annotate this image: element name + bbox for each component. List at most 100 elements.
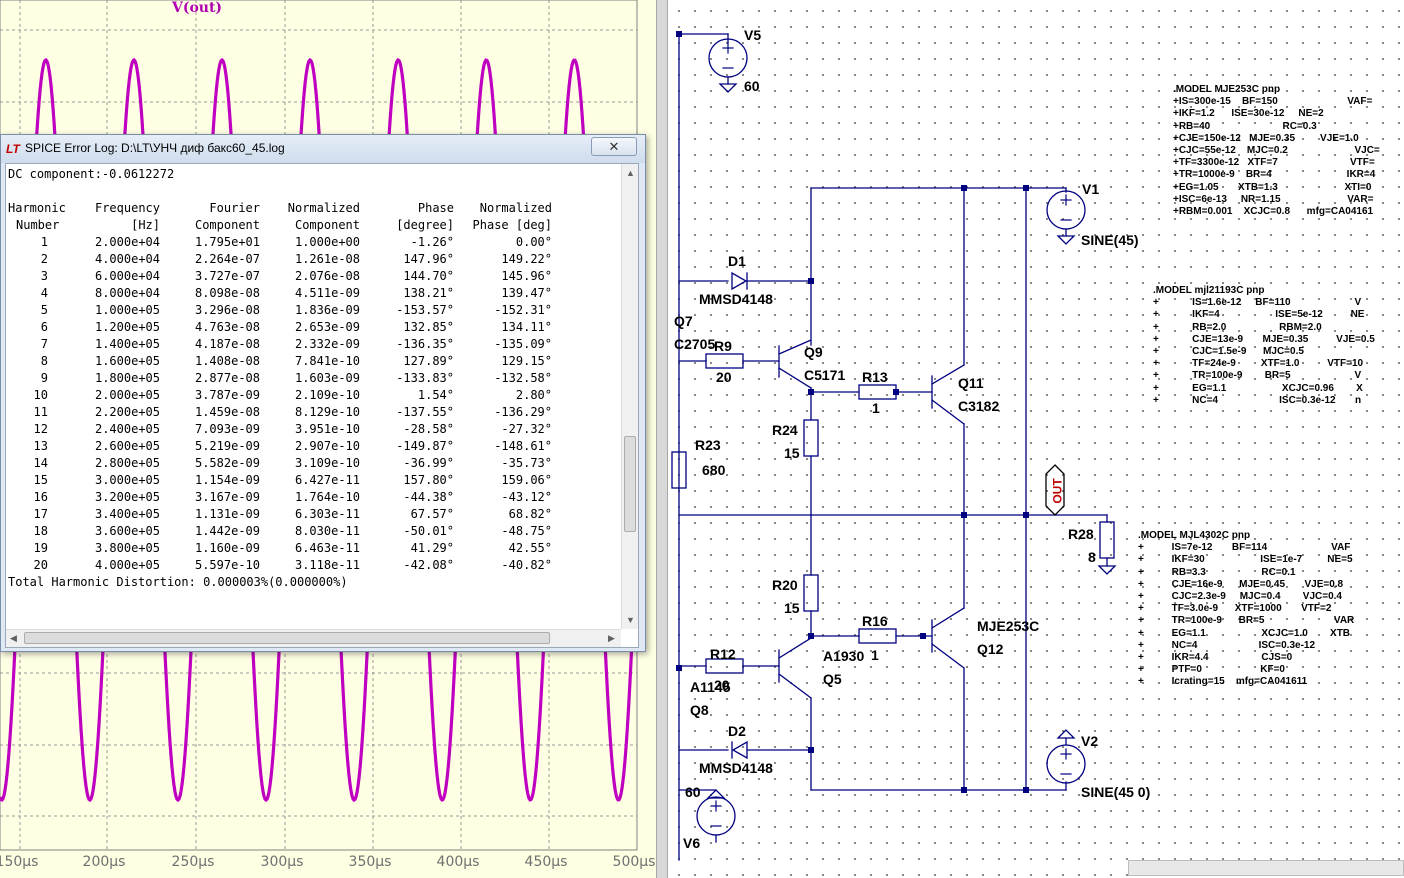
log-vertical-scroll-thumb[interactable] — [624, 436, 636, 532]
scroll-right-icon[interactable]: ▶ — [608, 633, 615, 644]
r16-label[interactable]: R16 — [862, 613, 888, 629]
table-cell: -135.09° — [494, 337, 552, 351]
log-text-area[interactable]: DC component:-0.0612272 Harmonic Frequenc… — [5, 163, 639, 648]
r9-value[interactable]: 20 — [716, 369, 732, 385]
table-cell: -35.73° — [501, 456, 552, 470]
v5-label[interactable]: V5 — [744, 27, 761, 43]
fourier-report[interactable]: DC component:-0.0612272 Harmonic Frequenc… — [8, 166, 622, 591]
q11-part[interactable]: C3182 — [958, 398, 999, 414]
v2-label[interactable]: V2 — [1081, 733, 1098, 749]
table-cell: 1.408e-08 — [194, 354, 260, 368]
pane-splitter[interactable] — [656, 0, 668, 878]
table-row: 20 4.000e+05 5.597e-10 3.118e-11 -42.08° -40.… — [8, 557, 622, 574]
q11-label[interactable]: Q11 — [958, 375, 984, 391]
r16-resistor-symbol[interactable] — [858, 628, 897, 644]
r20-resistor-symbol[interactable] — [803, 574, 819, 612]
table-cell: Component — [194, 218, 260, 232]
r16-value[interactable]: 1 — [871, 647, 879, 663]
r24-value[interactable]: 15 — [784, 445, 800, 461]
q5-collector — [778, 673, 812, 699]
v6-value[interactable]: 60 — [685, 784, 701, 800]
log-horizontal-scroll-thumb[interactable] — [24, 632, 550, 644]
q12-part[interactable]: MJE253C — [977, 618, 1039, 634]
table-cell: 2.000e+04 — [94, 235, 160, 249]
r28-resistor-symbol[interactable] — [1099, 521, 1115, 559]
table-cell: -133.83° — [396, 371, 454, 385]
r20-label[interactable]: R20 — [772, 577, 798, 593]
q8-label[interactable]: Q8 — [690, 702, 709, 718]
model-mjl4302c-text[interactable]: .MODEL MJL4302C pnp + IS=7e-12 BF=114 VA… — [1138, 530, 1354, 689]
table-cell: 13 — [33, 439, 48, 453]
table-row: 18 3.600e+05 1.442e-09 8.030e-11 -50.01° -48.… — [8, 523, 622, 540]
d1-diode-symbol[interactable] — [731, 271, 748, 291]
x-tick-label: 400µs — [436, 854, 480, 870]
r9-resistor-symbol[interactable] — [705, 353, 744, 369]
table-cell: 8.030e-11 — [294, 524, 360, 538]
table-cell: Number — [16, 218, 60, 232]
v1-label[interactable]: V1 — [1082, 181, 1099, 197]
v2-value[interactable]: SINE(45 0) — [1081, 784, 1150, 800]
schematic-horizontal-scrollbar[interactable] — [1128, 860, 1404, 876]
table-cell: Frequency — [94, 201, 160, 215]
table-cell: 0.00° — [515, 235, 552, 249]
q5-part[interactable]: A1930 — [823, 648, 864, 664]
scroll-up-icon[interactable]: ▲ — [626, 168, 635, 178]
r24-label[interactable]: R24 — [772, 422, 798, 438]
q8-part[interactable]: A1145 — [690, 679, 730, 695]
q12-label[interactable]: Q12 — [977, 641, 1003, 657]
scroll-down-icon[interactable]: ▼ — [626, 615, 635, 625]
scroll-left-icon[interactable]: ◀ — [10, 633, 17, 644]
q7-part[interactable]: C2705 — [674, 336, 715, 352]
table-cell: Harmonic — [8, 201, 66, 215]
log-vertical-scrollbar[interactable]: ▲ ▼ — [621, 164, 638, 629]
d2-part[interactable]: MMSD4148 — [699, 760, 773, 776]
model-mje253c-text[interactable]: .MODEL MJE253C pnp +IS=300e-15 BF=150 VA… — [1173, 84, 1380, 218]
r24-resistor-symbol[interactable] — [803, 419, 819, 457]
ltspice-app-icon: LT — [6, 142, 20, 156]
schematic-pane[interactable]: V5 60 V1 SINE(45) D1 MMSD4148 Q7 C2705 R… — [668, 0, 1404, 878]
r23-value[interactable]: 680 — [702, 462, 725, 478]
d2-diode-symbol[interactable] — [731, 740, 748, 760]
model-mjl21193c-text[interactable]: .MODEL mjl21193C pnp + IS=1.6e-12 BF=110… — [1153, 285, 1375, 407]
r9-label[interactable]: R9 — [714, 338, 732, 354]
table-cell: 16 — [33, 490, 48, 504]
r28-label[interactable]: R28 — [1068, 526, 1094, 542]
table-cell: 145.96° — [501, 269, 552, 283]
table-cell: 1.131e-09 — [194, 507, 260, 521]
r13-label[interactable]: R13 — [862, 369, 888, 385]
d1-part[interactable]: MMSD4148 — [699, 291, 773, 307]
spice-error-log-window[interactable]: LT SPICE Error Log: D:\LT\УНЧ диф бакс60… — [0, 134, 646, 652]
log-horizontal-scrollbar[interactable]: ◀ ▶ — [6, 629, 621, 647]
q5-label[interactable]: Q5 — [823, 671, 842, 687]
table-cell: 1.836e-09 — [294, 303, 360, 317]
v6-label[interactable]: V6 — [683, 835, 700, 851]
table-cell: 2.600e+05 — [94, 439, 160, 453]
table-cell: 4.000e+04 — [94, 252, 160, 266]
r28-value[interactable]: 8 — [1088, 549, 1096, 565]
table-cell: -153.57° — [396, 303, 454, 317]
table-row: 3 6.000e+04 3.727e-07 2.076e-08 144.70° 145.9… — [8, 268, 622, 285]
table-cell: 132.85° — [403, 320, 454, 334]
table-cell: 147.96° — [403, 252, 454, 266]
r12-label[interactable]: R12 — [710, 646, 736, 662]
table-cell: 2.200e+05 — [94, 405, 160, 419]
d1-label[interactable]: D1 — [728, 253, 746, 269]
q9-label[interactable]: Q9 — [804, 344, 823, 360]
table-cell: 20 — [33, 558, 48, 572]
close-button[interactable]: ✕ — [591, 137, 637, 156]
table-cell: 1.800e+05 — [94, 371, 160, 385]
r13-value[interactable]: 1 — [872, 400, 880, 416]
q7-label[interactable]: Q7 — [674, 313, 693, 329]
log-title-bar[interactable]: LT SPICE Error Log: D:\LT\УНЧ диф бакс60… — [1, 135, 645, 163]
trace-title[interactable]: V(out) — [0, 0, 394, 16]
r20-value[interactable]: 15 — [784, 600, 800, 616]
out-net-label[interactable]: OUT — [1050, 478, 1066, 503]
r13-resistor-symbol[interactable] — [858, 384, 897, 400]
d2-label[interactable]: D2 — [728, 723, 746, 739]
table-cell: 1.261e-08 — [294, 252, 360, 266]
q9-part[interactable]: C5171 — [804, 367, 845, 383]
v1-value[interactable]: SINE(45) — [1081, 232, 1139, 248]
r23-label[interactable]: R23 — [695, 437, 721, 453]
q5-emitter — [778, 637, 812, 659]
v5-value[interactable]: 60 — [744, 78, 760, 94]
